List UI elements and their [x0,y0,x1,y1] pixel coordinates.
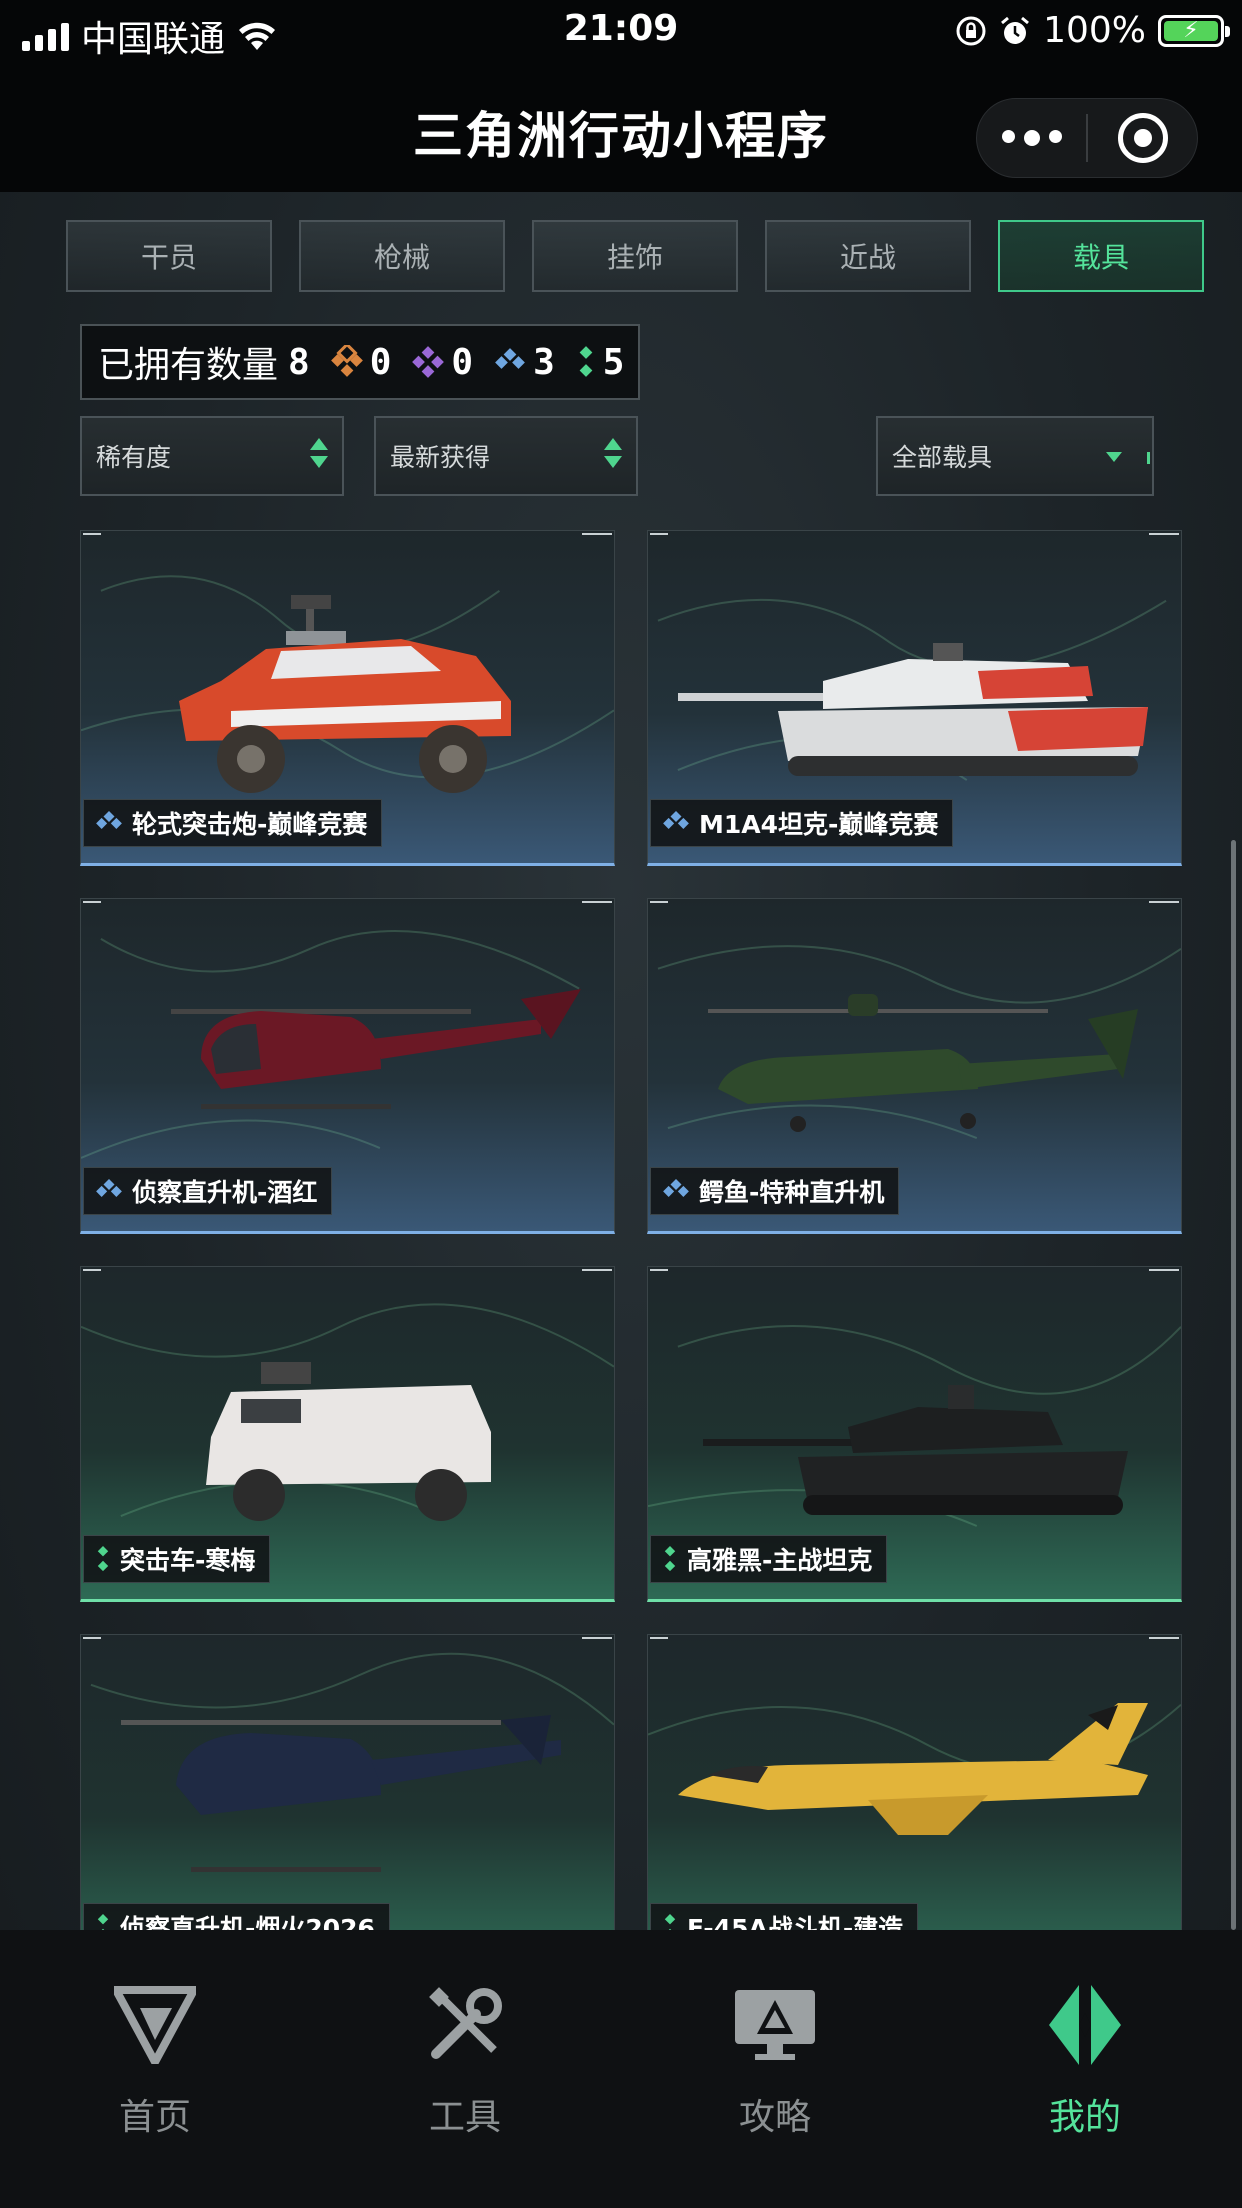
purple-rarity-count: 0 [411,342,473,383]
tab-vehicles[interactable]: 载具 [998,220,1204,292]
green-rarity-icon [97,1914,109,1930]
sort-arrows-icon [310,438,328,468]
elegant-black-mbt-image [703,1385,1128,1515]
nav-bar: 三角洲行动小程序 [0,64,1242,192]
vehicle-card[interactable]: 突击车-寒梅 [80,1266,615,1602]
vehicle-name-label: 高雅黑-主战坦克 [650,1535,888,1583]
orange-rarity-icon [330,345,363,377]
vehicle-category-label: 全部载具 [892,443,993,472]
vehicle-card[interactable]: F-45A战斗机-建造 [647,1634,1182,1930]
vehicle-name: 侦察直升机-酒红 [132,1178,318,1207]
vehicle-name-label: F-45A战斗机-建造 [650,1903,919,1930]
tabbar-label-guide: 攻略 [738,2097,811,2138]
vehicle-name: 侦察直升机-烟火2026 [120,1914,375,1930]
vehicle-grid: 轮式突击炮-巅峰竞赛 M1A4坦克-巅峰竞赛 侦察直升机-酒红 鳄鱼-特种直升机… [80,530,1182,1930]
battery-percent: 100% [1043,10,1146,51]
vehicle-card[interactable]: 轮式突击炮-巅峰竞赛 [80,530,615,866]
vehicle-name-label: 鳄鱼-特种直升机 [650,1167,900,1215]
tabbar-item-guide[interactable]: 攻略 [675,1980,875,2140]
blue-rarity-icon [96,810,122,829]
owned-total: 8 [288,341,310,383]
chevron-down-icon [1106,452,1122,462]
wheeled-assault-gun-image [179,595,511,793]
owned-label: 已拥有数量 [98,345,279,386]
vehicle-card[interactable]: 侦察直升机-酒红 [80,898,615,1234]
vehicle-card[interactable]: M1A4坦克-巅峰竞赛 [647,530,1182,866]
tab-firearms[interactable]: 枪械 [299,220,505,292]
tabbar-item-tools[interactable]: 工具 [365,1980,565,2140]
scrollbar[interactable] [1231,840,1236,1930]
crocodile-special-helicopter-image [708,994,1138,1132]
app-root: 中国联通 21:09 100% ⚡ 三角洲行动小程序 干员 枪械 挂饰 近战 载… [0,0,1242,2208]
blue-rarity-icon [663,1178,689,1197]
tabbar-label-profile: 我的 [1048,2097,1121,2138]
blue-rarity-icon [495,348,525,369]
latest-obtained-label: 最新获得 [390,443,491,472]
tabbar-label-tools: 工具 [428,2097,501,2138]
vehicle-name: 高雅黑-主战坦克 [687,1546,873,1575]
vehicle-name: F-45A战斗机-建造 [687,1914,904,1930]
vehicle-name-label: 侦察直升机-烟火2026 [83,1903,390,1930]
more-menu-button[interactable] [977,130,1086,146]
vehicle-name-label: 轮式突击炮-巅峰竞赛 [83,799,383,847]
vehicle-category-select[interactable]: 全部载具 [876,416,1154,496]
green-rarity-count: 5 [575,341,625,383]
vehicle-name: 突击车-寒梅 [120,1546,256,1575]
vehicle-card[interactable]: 侦察直升机-烟火2026 [80,1634,615,1930]
select-edge-mark [1147,452,1150,464]
vehicle-name: 鳄鱼-特种直升机 [699,1178,885,1207]
vehicle-name-label: M1A4坦克-巅峰竞赛 [650,799,954,847]
tools-icon [420,1980,510,2070]
green-rarity-icon [579,346,593,377]
tab-melee[interactable]: 近战 [765,220,971,292]
rarity-sort-label: 稀有度 [96,443,172,472]
blue-rarity-icon [663,810,689,829]
tabbar-item-home[interactable]: 首页 [55,1980,255,2140]
vehicle-name-label: 侦察直升机-酒红 [83,1167,333,1215]
profile-logo-icon [1040,1980,1130,2070]
tab-charms[interactable]: 挂饰 [532,220,738,292]
rotation-lock-icon [956,16,986,45]
home-logo-icon [110,1980,200,2070]
green-rarity-icon [664,1546,676,1572]
vehicle-name: M1A4坦克-巅峰竞赛 [699,810,939,839]
scout-helicopter-burgundy-image [171,989,581,1109]
tabbar-label-home: 首页 [118,2097,191,2138]
guide-monitor-icon [730,1980,820,2070]
status-right: 100% ⚡ [955,10,1230,51]
green-rarity-value: 5 [602,341,625,383]
vehicle-name-label: 突击车-寒梅 [83,1535,271,1583]
vehicle-card[interactable]: 鳄鱼-特种直升机 [647,898,1182,1234]
vehicle-name: 轮式突击炮-巅峰竞赛 [132,810,368,839]
scout-helicopter-fireworks-image [121,1715,561,1872]
orange-rarity-value: 0 [369,341,392,383]
battery-icon: ⚡ [1158,14,1230,47]
blue-rarity-count: 3 [493,342,555,383]
close-miniprogram-button[interactable] [1088,113,1197,163]
blue-rarity-value: 3 [533,341,555,383]
owned-count-panel: 已拥有数量 8 0 0 3 5 [80,324,640,400]
green-rarity-icon [664,1914,676,1930]
target-icon [1117,113,1168,163]
f45a-fighter-jet-image [678,1703,1148,1835]
alarm-icon [1001,16,1030,44]
tab-operators[interactable]: 干员 [66,220,272,292]
latest-obtained-select[interactable]: 最新获得 [374,416,638,496]
miniprogram-capsule [976,98,1198,178]
purple-rarity-value: 0 [451,341,474,383]
tabbar-item-profile[interactable]: 我的 [985,1980,1185,2140]
rarity-sort-select[interactable]: 稀有度 [80,416,344,496]
blue-rarity-icon [96,1178,122,1197]
orange-rarity-count: 0 [330,341,392,383]
category-tabs: 干员 枪械 挂饰 近战 载具 [66,220,1206,292]
sort-arrows-icon [604,438,622,468]
status-bar: 中国联通 21:09 100% ⚡ [0,0,1242,64]
green-rarity-icon [97,1546,109,1572]
assault-vehicle-plum-image [206,1362,491,1521]
m1a4-tank-image [678,643,1148,776]
bottom-tab-bar: 首页 工具 攻略 我的 [0,1930,1242,2208]
purple-rarity-icon [412,346,445,378]
vehicle-card[interactable]: 高雅黑-主战坦克 [647,1266,1182,1602]
